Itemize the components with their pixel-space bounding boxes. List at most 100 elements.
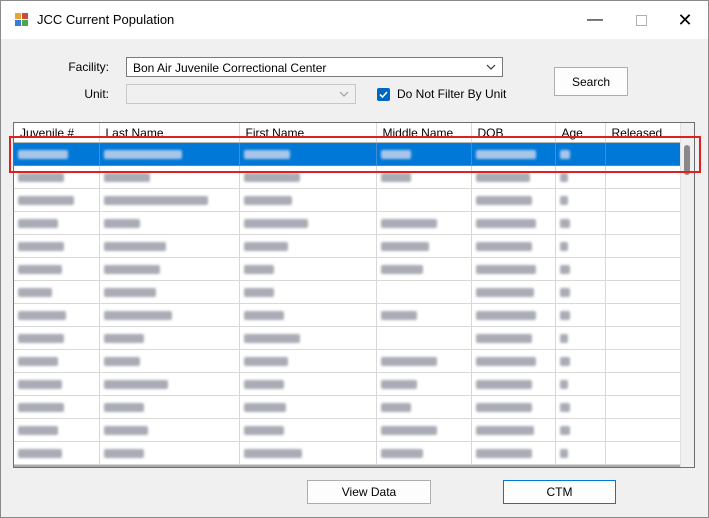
table-cell[interactable] [471, 188, 556, 212]
table-cell[interactable] [605, 326, 684, 350]
table-cell[interactable] [376, 280, 472, 304]
table-cell[interactable] [99, 326, 240, 350]
table-cell[interactable] [471, 441, 556, 465]
table-cell[interactable] [376, 441, 472, 465]
table-cell[interactable] [471, 211, 556, 235]
table-cell[interactable] [239, 188, 377, 212]
table-row[interactable] [14, 257, 684, 281]
table-row[interactable] [14, 418, 684, 442]
table-cell[interactable] [239, 418, 377, 442]
table-cell[interactable] [99, 418, 240, 442]
table-cell[interactable] [99, 395, 240, 419]
table-row[interactable] [14, 303, 684, 327]
table-cell[interactable] [239, 395, 377, 419]
table-cell[interactable] [239, 211, 377, 235]
table-cell[interactable] [376, 234, 472, 258]
table-cell[interactable] [239, 234, 377, 258]
table-cell[interactable] [605, 372, 684, 396]
table-cell[interactable] [605, 188, 684, 212]
table-cell[interactable] [14, 234, 100, 258]
table-row[interactable] [14, 211, 684, 235]
table-cell[interactable] [471, 326, 556, 350]
table-cell[interactable] [555, 280, 606, 304]
table-cell[interactable] [471, 395, 556, 419]
table-cell[interactable] [14, 441, 100, 465]
table-cell[interactable] [605, 303, 684, 327]
table-cell[interactable] [239, 372, 377, 396]
table-row[interactable] [14, 188, 684, 212]
table-cell[interactable] [99, 349, 240, 373]
table-row[interactable] [14, 234, 684, 258]
table-cell[interactable] [555, 395, 606, 419]
table-cell[interactable] [555, 326, 606, 350]
table-cell[interactable] [471, 372, 556, 396]
title-bar[interactable]: JCC Current Population — ✕ [1, 1, 708, 39]
table-cell[interactable] [14, 257, 100, 281]
table-cell[interactable] [14, 349, 100, 373]
table-cell[interactable] [376, 211, 472, 235]
population-grid[interactable]: Juvenile # Last Name First Name Middle N… [13, 122, 695, 468]
table-cell[interactable] [555, 441, 606, 465]
search-button[interactable]: Search [554, 67, 628, 96]
table-cell[interactable] [14, 188, 100, 212]
table-row[interactable] [14, 280, 684, 304]
table-cell[interactable] [14, 418, 100, 442]
do-not-filter-label[interactable]: Do Not Filter By Unit [397, 87, 506, 101]
table-cell[interactable] [99, 234, 240, 258]
table-cell[interactable] [605, 257, 684, 281]
table-row[interactable] [14, 372, 684, 396]
table-cell[interactable] [99, 280, 240, 304]
ctm-button[interactable]: CTM [503, 480, 616, 504]
table-cell[interactable] [99, 211, 240, 235]
table-cell[interactable] [239, 441, 377, 465]
table-cell[interactable] [376, 188, 472, 212]
table-cell[interactable] [471, 303, 556, 327]
close-button[interactable]: ✕ [662, 1, 708, 39]
table-cell[interactable] [14, 395, 100, 419]
table-cell[interactable] [239, 303, 377, 327]
do-not-filter-checkbox[interactable] [377, 88, 390, 101]
table-cell[interactable] [239, 326, 377, 350]
table-cell[interactable] [471, 349, 556, 373]
table-cell[interactable] [605, 280, 684, 304]
table-cell[interactable] [471, 418, 556, 442]
table-cell[interactable] [239, 280, 377, 304]
table-cell[interactable] [99, 257, 240, 281]
table-cell[interactable] [376, 349, 472, 373]
unit-dropdown[interactable] [126, 84, 356, 104]
maximize-button[interactable] [618, 1, 664, 39]
table-row[interactable] [14, 441, 684, 465]
table-cell[interactable] [555, 303, 606, 327]
table-cell[interactable] [239, 257, 377, 281]
table-cell[interactable] [555, 257, 606, 281]
table-cell[interactable] [555, 234, 606, 258]
vertical-scrollbar[interactable] [680, 123, 694, 467]
table-cell[interactable] [99, 303, 240, 327]
table-row[interactable] [14, 349, 684, 373]
table-cell[interactable] [605, 418, 684, 442]
table-row[interactable] [14, 326, 684, 350]
table-cell[interactable] [376, 418, 472, 442]
table-cell[interactable] [555, 349, 606, 373]
table-cell[interactable] [376, 326, 472, 350]
table-cell[interactable] [239, 349, 377, 373]
table-cell[interactable] [605, 441, 684, 465]
table-cell[interactable] [14, 280, 100, 304]
table-cell[interactable] [376, 257, 472, 281]
table-cell[interactable] [555, 418, 606, 442]
table-cell[interactable] [376, 372, 472, 396]
minimize-button[interactable]: — [572, 1, 618, 39]
table-cell[interactable] [14, 372, 100, 396]
facility-dropdown[interactable]: Bon Air Juvenile Correctional Center [126, 57, 503, 77]
table-cell[interactable] [555, 188, 606, 212]
table-cell[interactable] [14, 326, 100, 350]
table-cell[interactable] [99, 441, 240, 465]
table-cell[interactable] [14, 303, 100, 327]
table-cell[interactable] [99, 188, 240, 212]
table-row[interactable] [14, 395, 684, 419]
table-cell[interactable] [99, 372, 240, 396]
table-cell[interactable] [555, 372, 606, 396]
table-cell[interactable] [605, 211, 684, 235]
table-cell[interactable] [605, 395, 684, 419]
table-cell[interactable] [376, 303, 472, 327]
